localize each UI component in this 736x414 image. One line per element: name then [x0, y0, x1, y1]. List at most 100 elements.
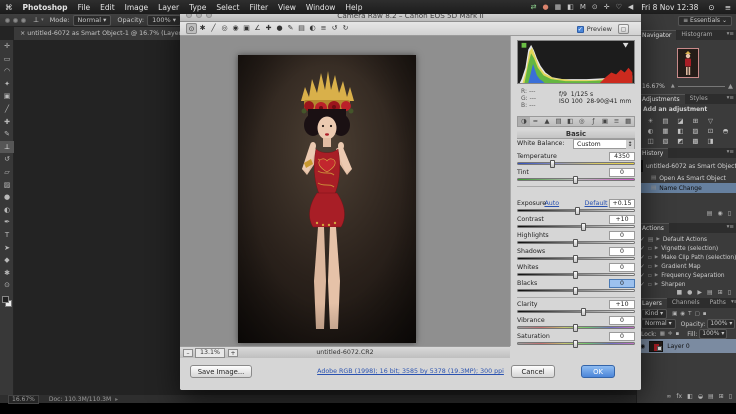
- lasso-tool[interactable]: ◠: [0, 65, 14, 78]
- slider-track[interactable]: [517, 257, 635, 260]
- black-white-icon[interactable]: ◧: [675, 127, 686, 135]
- memory-monitor-icon[interactable]: M: [577, 3, 589, 11]
- action-expand-icon[interactable]: ▶: [655, 246, 658, 251]
- current-tool-icon[interactable]: ⊥: [33, 16, 39, 24]
- slider-value-field[interactable]: 0: [609, 316, 635, 325]
- channel-mixer-icon[interactable]: ⊡: [705, 127, 716, 135]
- slider-thumb[interactable]: [573, 176, 578, 184]
- action-dialog-toggle[interactable]: ▫: [648, 264, 652, 270]
- zoom-field[interactable]: 16.67%: [8, 395, 39, 404]
- layer-name[interactable]: Layer 0: [667, 343, 689, 350]
- new-layer-icon[interactable]: ⊞: [719, 393, 724, 400]
- layer-row[interactable]: ◉ Layer 0: [637, 339, 736, 353]
- spotlight-search-icon[interactable]: ⊙: [703, 3, 719, 12]
- dodge-tool[interactable]: ◐: [0, 204, 14, 217]
- color-lookup-icon[interactable]: ◓: [720, 127, 731, 135]
- spot-removal-tool-icon[interactable]: ✚: [263, 23, 274, 34]
- action-dialog-toggle[interactable]: ▫: [648, 282, 652, 288]
- panel-menu-icon[interactable]: ▾≡: [731, 298, 736, 308]
- crop-tool[interactable]: ▣: [0, 90, 14, 103]
- history-item[interactable]: ▤Name Change: [637, 183, 736, 193]
- zoom-in-icon[interactable]: ▲: [728, 82, 733, 90]
- tab-detail-icon[interactable]: ▲: [541, 117, 553, 126]
- color-sampler-tool-icon[interactable]: ◎: [219, 23, 230, 34]
- slider-value-field[interactable]: 0: [609, 332, 635, 341]
- new-document-from-state-icon[interactable]: ▤: [707, 210, 713, 217]
- healing-brush-tool[interactable]: ✚: [0, 116, 14, 129]
- rotate-right-icon[interactable]: ↻: [340, 23, 351, 34]
- pen-tool[interactable]: ✒: [0, 216, 14, 229]
- shape-tool[interactable]: ◆: [0, 254, 14, 267]
- menu-item-layer[interactable]: Layer: [153, 3, 184, 12]
- action-expand-icon[interactable]: ▶: [655, 273, 658, 278]
- action-dialog-toggle[interactable]: ▫: [648, 246, 652, 252]
- cancel-button[interactable]: Cancel: [511, 365, 555, 378]
- foreground-color-swatch[interactable]: [2, 296, 9, 303]
- tab-tone-curve-icon[interactable]: ≈: [530, 117, 542, 126]
- zoom-out-icon[interactable]: ▲: [671, 83, 675, 89]
- window-zoom-button[interactable]: [21, 18, 26, 23]
- preferences-icon[interactable]: ≡: [318, 23, 329, 34]
- navigator-zoom-value[interactable]: 16.67%: [642, 83, 665, 90]
- slider-thumb[interactable]: [550, 160, 555, 168]
- layers-opacity-dropdown[interactable]: 100% ▾: [707, 319, 735, 329]
- menu-clock[interactable]: Fri 8 Nov 12:38: [636, 3, 703, 12]
- radial-filter-icon[interactable]: ◐: [307, 23, 318, 34]
- type-tool[interactable]: T: [0, 229, 14, 242]
- slider-value-field[interactable]: +10: [609, 215, 635, 224]
- stop-icon[interactable]: ■: [676, 289, 682, 296]
- menu-item-view[interactable]: View: [273, 3, 301, 12]
- apple-logo[interactable]: ⌘: [0, 3, 18, 12]
- delete-icon[interactable]: ▯: [728, 289, 731, 296]
- color-swatches[interactable]: [0, 294, 13, 310]
- tool-preset-chevron-icon[interactable]: ▾: [41, 17, 44, 23]
- tab-close-icon[interactable]: ×: [20, 30, 25, 37]
- filter-type-icon[interactable]: T: [688, 311, 691, 317]
- filter-adjustment-icon[interactable]: ◉: [680, 311, 685, 317]
- rotate-left-icon[interactable]: ↺: [329, 23, 340, 34]
- brightness-contrast-icon[interactable]: ☀: [645, 117, 656, 125]
- gradient-tool[interactable]: ▨: [0, 179, 14, 192]
- window-minimize-button[interactable]: [13, 18, 18, 23]
- filter-pixel-icon[interactable]: ▣: [672, 311, 677, 317]
- menu-item-file[interactable]: File: [73, 3, 96, 12]
- slider-track[interactable]: [517, 273, 635, 276]
- tab-presets-icon[interactable]: ≡: [611, 117, 623, 126]
- slider-thumb[interactable]: [575, 207, 580, 215]
- history-item[interactable]: untitled-6072 as Smart Object-1: [637, 159, 736, 173]
- slider-thumb[interactable]: [581, 223, 586, 231]
- vibrance-icon[interactable]: ▽: [705, 117, 716, 125]
- workspace-switcher[interactable]: ≡ Essentials ⌄: [678, 16, 732, 26]
- panel-menu-icon[interactable]: ▾≡: [727, 94, 736, 104]
- volume-icon[interactable]: ◀: [625, 3, 636, 11]
- dropbox-icon[interactable]: ◧: [564, 3, 577, 11]
- slider-value-field[interactable]: 0: [609, 247, 635, 256]
- menu-item-image[interactable]: Image: [120, 3, 154, 12]
- threshold-icon[interactable]: ◩: [675, 137, 686, 145]
- targeted-adjustment-tool-icon[interactable]: ◉: [230, 23, 241, 34]
- slider-thumb[interactable]: [573, 340, 578, 348]
- action-dialog-toggle[interactable]: ▤: [648, 237, 653, 243]
- window-manager-icon[interactable]: ▦: [552, 3, 565, 11]
- red-eye-tool-icon[interactable]: ●: [274, 23, 285, 34]
- action-item[interactable]: ✓▫▶Gradient Map: [637, 262, 736, 271]
- slider-thumb[interactable]: [573, 287, 578, 295]
- slider-track[interactable]: [517, 326, 635, 329]
- panel-menu-icon[interactable]: ▾≡: [727, 148, 736, 158]
- history-brush-tool[interactable]: ↺: [0, 153, 14, 166]
- eyedropper-tool[interactable]: ╱: [0, 103, 14, 116]
- slider-track[interactable]: [517, 241, 635, 244]
- action-dialog-toggle[interactable]: ▫: [648, 255, 652, 261]
- slider-value-field[interactable]: +0.15: [609, 199, 635, 208]
- delete-layer-icon[interactable]: ▯: [729, 393, 732, 400]
- tab-split-toning-icon[interactable]: ◧: [564, 117, 576, 126]
- slider-value-field[interactable]: 0: [609, 231, 635, 240]
- tab-history[interactable]: History: [637, 148, 668, 158]
- tab-layers[interactable]: Layers: [637, 298, 667, 308]
- delete-icon[interactable]: ▯: [728, 210, 731, 217]
- blend-mode-dropdown[interactable]: Normal ▾: [641, 319, 676, 329]
- slider-thumb[interactable]: [581, 308, 586, 316]
- brush-tool[interactable]: ✎: [0, 128, 14, 141]
- menu-item-filter[interactable]: Filter: [244, 3, 273, 12]
- filter-smart-icon[interactable]: ▪: [703, 311, 707, 317]
